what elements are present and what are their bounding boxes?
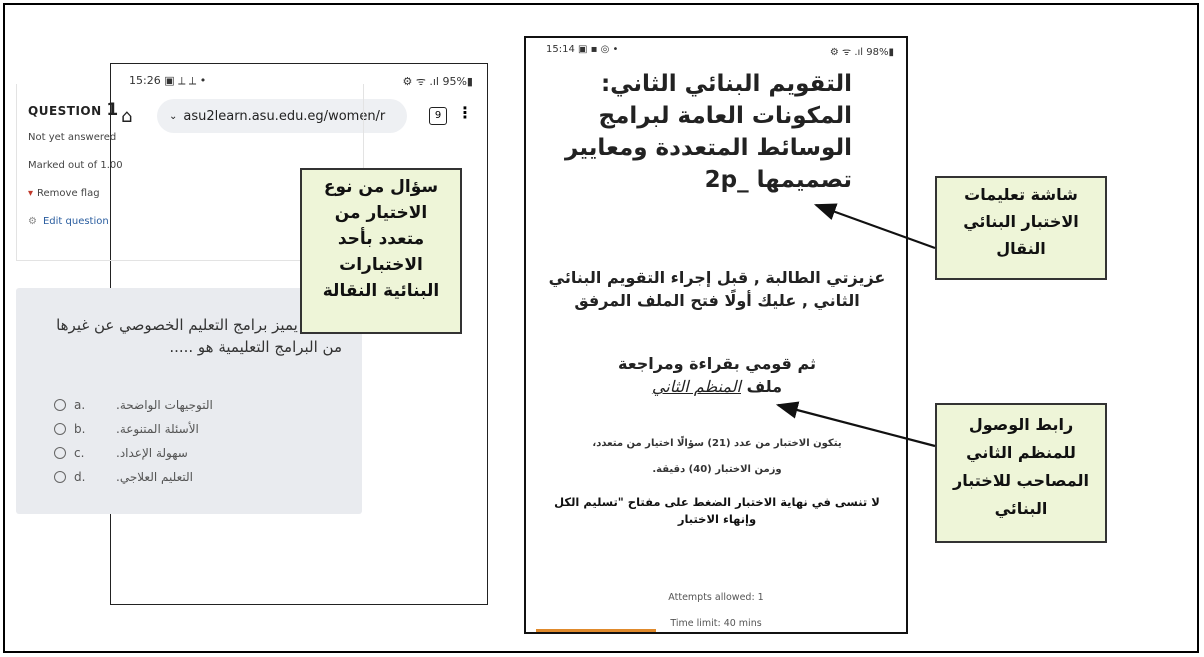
radio-icon[interactable]	[54, 447, 66, 459]
option-text: .التعليم العلاجي	[116, 470, 193, 484]
option-text: .سهولة الإعداد	[116, 446, 188, 460]
callout-line: متعدد بأحد	[337, 229, 425, 249]
flag-icon: ▾	[28, 188, 34, 199]
status-time: 15:14	[546, 44, 575, 55]
instruction-line: ثم قومي بقراءة ومراجعة	[617, 354, 816, 373]
callout-instructions-screen: شاشة تعليمات الاختبار البنائي النقال	[935, 176, 1107, 280]
organizer-file-link[interactable]: المنظم الثاني	[652, 377, 741, 396]
quiz-info-line-1: يتكون الاختبار من عدد (21) سؤالًا اختيار…	[592, 438, 842, 449]
status-battery: ⚙ ᯤ .ıl 98%▮	[829, 47, 894, 58]
gear-icon: ⚙	[28, 216, 37, 227]
radio-icon[interactable]	[54, 423, 66, 435]
title-line: المكونات العامة لبرامج	[598, 103, 853, 129]
status-battery: ⚙ ᯤ .ıl 95%▮	[402, 75, 473, 88]
callout-line: للمنظم الثاني	[966, 443, 1076, 462]
more-menu-icon[interactable]: ⋮	[457, 103, 473, 122]
instruction-text: ثم قومي بقراءة ومراجعة ملف المنظم الثاني	[546, 352, 888, 398]
attempts-allowed: Attempts allowed: 1	[668, 592, 764, 603]
remove-flag-link[interactable]: ▾ Remove flag	[28, 188, 100, 199]
option-letter: b.	[74, 422, 86, 436]
title-line: التقويم البنائي الثاني:	[600, 71, 852, 97]
question-heading: QUESTION 1	[28, 100, 119, 120]
remove-flag-label: Remove flag	[37, 188, 100, 199]
callout-line: الاختبار البنائي	[963, 212, 1079, 231]
callout-line: الاختيار من	[334, 203, 428, 223]
phone-instructions-screen: 15:14 ▣ ▪ ◎ • ⚙ ᯤ .ıl 98%▮ التقويم البنا…	[524, 36, 908, 634]
question-number: 1	[106, 100, 119, 120]
option-letter: c.	[74, 446, 85, 460]
option-text: .الأسئلة المتنوعة	[116, 422, 199, 436]
option-text: .التوجيهات الواضحة	[116, 398, 213, 412]
callout-line: سؤال من نوع	[323, 177, 439, 197]
radio-icon[interactable]	[54, 399, 66, 411]
question-status: Not yet answered	[28, 132, 117, 143]
title-line: تصميمها _2p	[704, 167, 852, 193]
callout-organizer-link: رابط الوصول للمنظم الثاني المصاحب للاختب…	[935, 403, 1107, 543]
intro-text: عزيزتي الطالبة , قبل إجراء التقويم البنا…	[548, 268, 886, 310]
callout-line: البنائية النقالة	[322, 281, 440, 301]
quiz-info-line-2: وزمن الاختبار (40) دقيقة.	[652, 464, 782, 475]
option-a[interactable]: a. .التوجيهات الواضحة	[54, 398, 354, 412]
status-bar: 15:14 ▣ ▪ ◎ • ⚙ ᯤ .ıl 98%▮	[546, 44, 894, 58]
callout-question-type: سؤال من نوع الاختيار من متعدد بأحد الاخت…	[300, 168, 462, 334]
question-marks: Marked out of 1.00	[28, 160, 123, 171]
callout-line: المصاحب للاختبار	[953, 471, 1089, 490]
option-letter: d.	[74, 470, 86, 484]
question-label: QUESTION	[28, 104, 102, 118]
title-line: الوسائط المتعددة ومعايير	[565, 135, 852, 161]
option-b[interactable]: b. .الأسئلة المتنوعة	[54, 422, 354, 436]
question-text: أهم ما يميز برامج التعليم الخصوصي عن غير…	[56, 316, 342, 356]
edit-question-link[interactable]: ⚙ Edit question	[28, 216, 109, 227]
progress-accent	[536, 629, 656, 632]
radio-icon[interactable]	[54, 471, 66, 483]
tabs-count-button[interactable]: 9	[429, 107, 447, 125]
callout-line: البنائي	[994, 499, 1048, 518]
option-c[interactable]: c. .سهولة الإعداد	[54, 446, 354, 460]
status-icons: ▣ ▪ ◎ •	[578, 44, 619, 55]
callout-line: الاختبارات	[339, 255, 423, 275]
quiz-title: التقويم البنائي الثاني: المكونات العامة …	[538, 68, 852, 196]
callout-line: النقال	[996, 239, 1046, 258]
option-d[interactable]: d. .التعليم العلاجي	[54, 470, 354, 484]
option-letter: a.	[74, 398, 86, 412]
submit-reminder: لا تنسى في نهاية الاختبار الضغط على مفتا…	[554, 495, 880, 526]
edit-question-label: Edit question	[42, 216, 109, 227]
file-prefix: ملف	[746, 377, 783, 396]
callout-line: رابط الوصول	[968, 415, 1074, 434]
time-limit: Time limit: 40 mins	[670, 618, 762, 629]
callout-line: شاشة تعليمات	[964, 185, 1078, 204]
